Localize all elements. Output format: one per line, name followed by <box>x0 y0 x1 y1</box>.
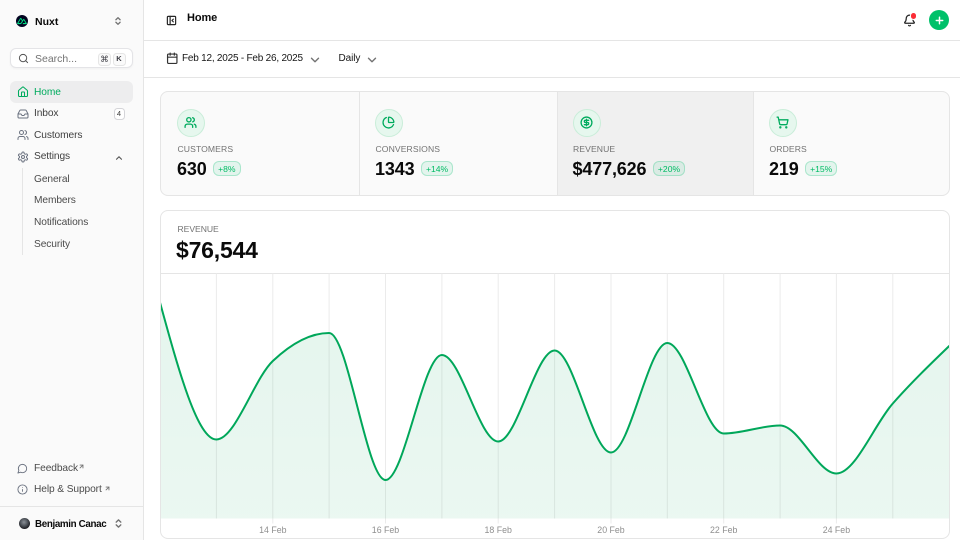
svg-text:20 Feb: 20 Feb <box>597 525 624 535</box>
svg-text:18 Feb: 18 Feb <box>485 525 512 535</box>
svg-text:16 Feb: 16 Feb <box>372 525 399 535</box>
svg-text:22 Feb: 22 Feb <box>710 525 737 535</box>
svg-text:24 Feb: 24 Feb <box>823 525 850 535</box>
svg-text:14 Feb: 14 Feb <box>259 525 286 535</box>
